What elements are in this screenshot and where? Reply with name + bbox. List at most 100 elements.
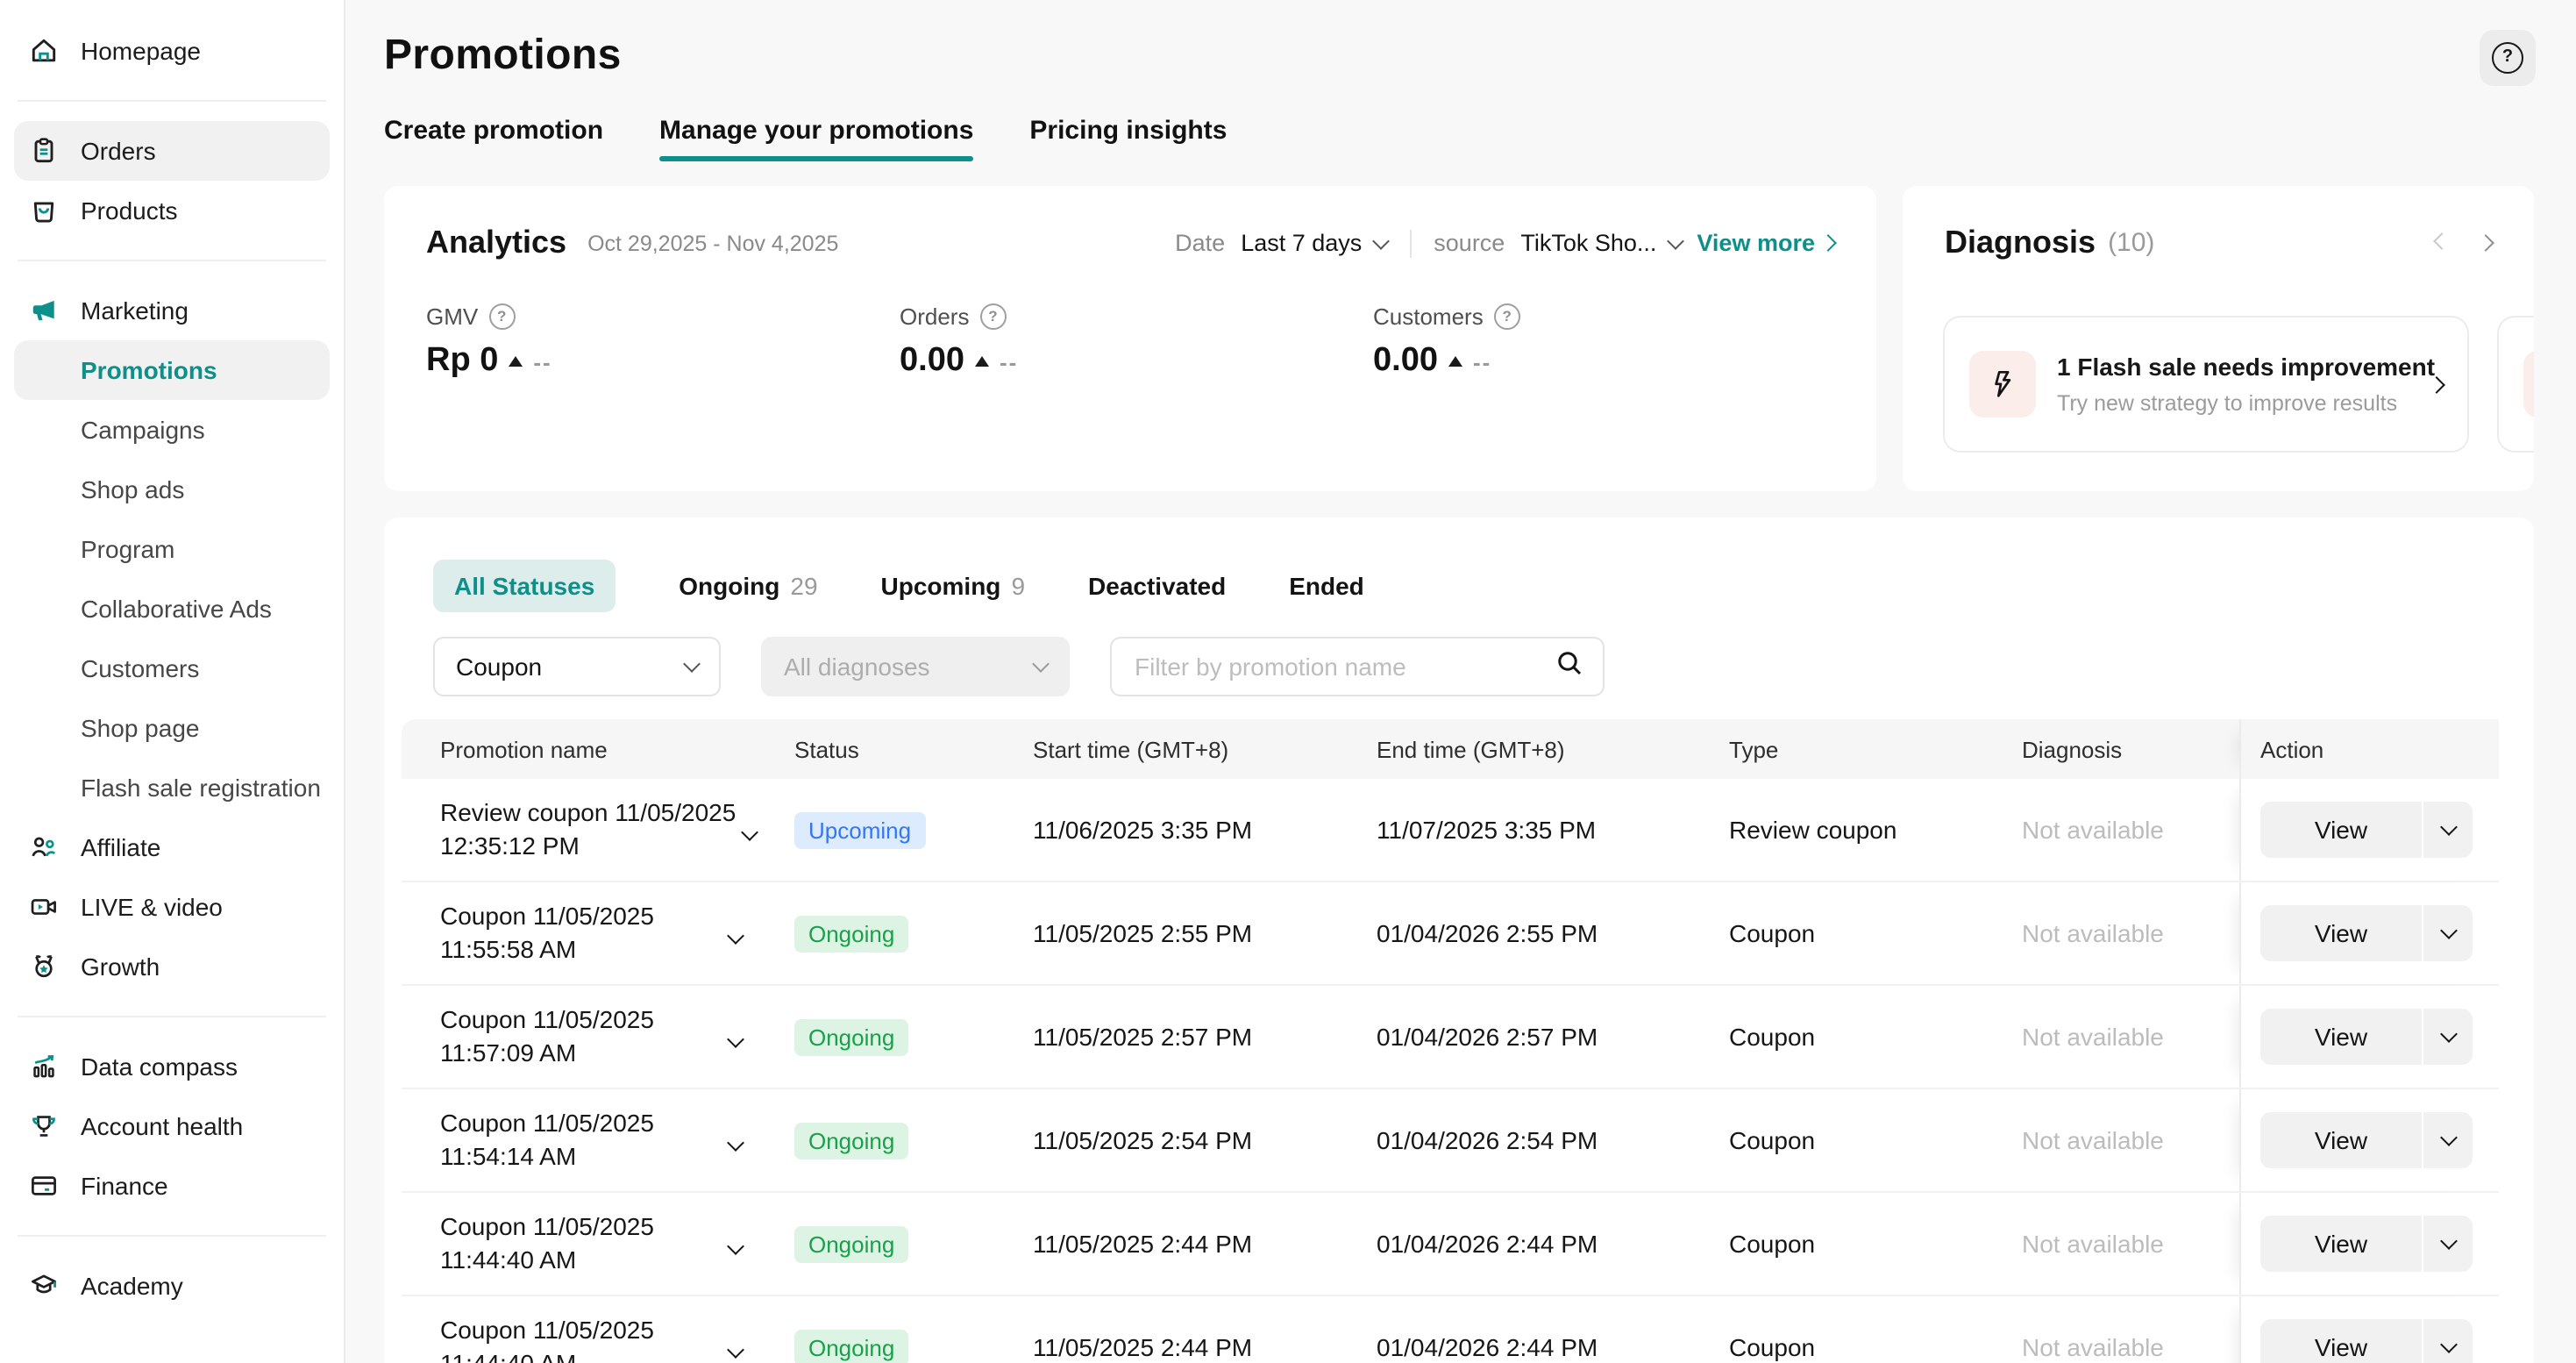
sidebar-item-marketing[interactable]: Marketing bbox=[14, 281, 330, 340]
status-cell: Ongoing bbox=[794, 1329, 1033, 1363]
promotion-name-line1: Coupon 11/05/2025 bbox=[440, 1210, 654, 1244]
view-button[interactable]: View bbox=[2260, 802, 2422, 858]
status-tab-all[interactable]: All Statuses bbox=[433, 560, 616, 612]
sidebar-item-label: Shop ads bbox=[81, 475, 184, 503]
view-button[interactable]: View bbox=[2260, 1009, 2422, 1065]
sidebar-item-campaigns[interactable]: Campaigns bbox=[14, 400, 330, 460]
sidebar-item-orders[interactable]: Orders bbox=[14, 121, 330, 181]
start-time-cell: 11/05/2025 2:55 PM bbox=[1033, 919, 1377, 947]
table-row: Review coupon 11/05/2025 12:35:12 PM Upc… bbox=[402, 779, 2499, 882]
sidebar-item-label: Products bbox=[81, 196, 178, 225]
metric-customers: Customers? 0.00-- bbox=[1373, 303, 1847, 381]
view-dropdown-button[interactable] bbox=[2423, 1112, 2473, 1168]
view-dropdown-button[interactable] bbox=[2423, 1319, 2473, 1363]
sidebar-item-collaborative-ads[interactable]: Collaborative Ads bbox=[14, 579, 330, 639]
view-button[interactable]: View bbox=[2260, 1319, 2422, 1363]
row-expand-chevron-icon[interactable] bbox=[722, 1016, 749, 1058]
promotion-name-line1: Coupon 11/05/2025 bbox=[440, 1003, 654, 1037]
sidebar-item-products[interactable]: Products bbox=[14, 181, 330, 240]
view-dropdown-button[interactable] bbox=[2423, 1216, 2473, 1272]
start-time-cell: 11/06/2025 3:35 PM bbox=[1033, 816, 1377, 844]
sidebar-divider bbox=[18, 1016, 326, 1017]
start-time-cell: 11/05/2025 2:44 PM bbox=[1033, 1230, 1377, 1258]
promotion-name-line2: 11:44:40 AM bbox=[440, 1244, 654, 1277]
help-button[interactable]: ? bbox=[2480, 30, 2536, 86]
home-icon bbox=[28, 35, 60, 67]
tab-pricing-insights[interactable]: Pricing insights bbox=[1029, 116, 1227, 161]
sidebar-item-academy[interactable]: Academy bbox=[14, 1256, 330, 1316]
row-expand-chevron-icon[interactable] bbox=[722, 1119, 749, 1161]
sidebar-item-data-compass[interactable]: Data compass bbox=[14, 1037, 330, 1096]
divider bbox=[1409, 229, 1411, 257]
promotion-name-line2: 11:55:58 AM bbox=[440, 933, 654, 967]
promotion-name-line2: 11:57:09 AM bbox=[440, 1037, 654, 1070]
row-expand-chevron-icon[interactable] bbox=[736, 809, 762, 851]
diagnosis-item[interactable]: 1 Flash sale needs improvement Try new s… bbox=[1943, 316, 2469, 453]
tab-manage-your-promotions[interactable]: Manage your promotions bbox=[659, 116, 973, 161]
metric-label: Customers bbox=[1373, 303, 1484, 330]
view-dropdown-button[interactable] bbox=[2423, 802, 2473, 858]
question-circle-icon[interactable]: ? bbox=[488, 303, 515, 330]
search-icon[interactable] bbox=[1555, 648, 1583, 685]
view-more-link[interactable]: View more bbox=[1697, 230, 1834, 256]
view-dropdown-button[interactable] bbox=[2423, 1009, 2473, 1065]
sidebar-item-live-video[interactable]: LIVE & video bbox=[14, 877, 330, 937]
status-count: 29 bbox=[790, 572, 817, 600]
sidebar-item-flash-sale-registration[interactable]: Flash sale registration bbox=[14, 758, 330, 817]
sidebar-item-affiliate[interactable]: Affiliate bbox=[14, 817, 330, 877]
chevron-down-icon bbox=[1371, 232, 1389, 249]
status-tab-deactivated[interactable]: Deactivated bbox=[1088, 572, 1226, 600]
sidebar-item-program[interactable]: Program bbox=[14, 519, 330, 579]
sidebar-item-shop-page[interactable]: Shop page bbox=[14, 698, 330, 758]
type-cell: Review coupon bbox=[1729, 816, 2022, 844]
view-button[interactable]: View bbox=[2260, 905, 2422, 961]
chevron-right-icon[interactable] bbox=[2477, 234, 2494, 252]
question-circle-icon[interactable]: ? bbox=[979, 303, 1006, 330]
status-badge: Ongoing bbox=[794, 1329, 908, 1363]
status-tab-ended[interactable]: Ended bbox=[1289, 572, 1364, 600]
view-dropdown-button[interactable] bbox=[2423, 905, 2473, 961]
status-badge: Upcoming bbox=[794, 811, 925, 848]
table-row: Coupon 11/05/2025 11:55:58 AM Ongoing 11… bbox=[402, 882, 2499, 986]
status-filter-tabs: All Statuses Ongoing29 Upcoming9 Deactiv… bbox=[384, 517, 2534, 612]
date-select[interactable]: Last 7 days bbox=[1241, 230, 1386, 256]
sidebar-item-label: Campaigns bbox=[81, 416, 205, 444]
sidebar-item-growth[interactable]: Growth bbox=[14, 937, 330, 996]
medal-icon bbox=[28, 951, 60, 982]
tab-create-promotion[interactable]: Create promotion bbox=[384, 116, 603, 161]
chevron-down-icon bbox=[2439, 1025, 2457, 1043]
sidebar-item-customers[interactable]: Customers bbox=[14, 639, 330, 698]
diagnosis-cell: Not available bbox=[2022, 1023, 2239, 1051]
view-button[interactable]: View bbox=[2260, 1216, 2422, 1272]
diagnoses-value: All diagnoses bbox=[784, 653, 930, 681]
sidebar-item-homepage[interactable]: Homepage bbox=[14, 21, 330, 81]
status-cell: Upcoming bbox=[794, 811, 1033, 848]
sidebar-item-shop-ads[interactable]: Shop ads bbox=[14, 460, 330, 519]
sidebar-item-promotions[interactable]: Promotions bbox=[14, 340, 330, 400]
status-tab-ongoing[interactable]: Ongoing29 bbox=[679, 572, 817, 600]
analytics-date-range: Oct 29,2025 - Nov 4,2025 bbox=[587, 231, 838, 255]
status-badge: Ongoing bbox=[794, 1018, 908, 1055]
diagnosis-count: (10) bbox=[2108, 228, 2154, 258]
view-button[interactable]: View bbox=[2260, 1112, 2422, 1168]
row-expand-chevron-icon[interactable] bbox=[722, 1223, 749, 1265]
diagnosis-item[interactable] bbox=[2497, 316, 2534, 453]
search-input[interactable] bbox=[1131, 651, 1555, 682]
source-select[interactable]: TikTok Sho... bbox=[1520, 230, 1681, 256]
chevron-down-icon bbox=[2439, 1336, 2457, 1353]
row-expand-chevron-icon[interactable] bbox=[722, 912, 749, 954]
sidebar-item-finance[interactable]: Finance bbox=[14, 1156, 330, 1216]
diagnosis-cell: Not available bbox=[2022, 1230, 2239, 1258]
promotion-name-line2: 11:54:14 AM bbox=[440, 1140, 654, 1174]
promotion-type-select[interactable]: Coupon bbox=[433, 637, 721, 696]
row-expand-chevron-icon[interactable] bbox=[722, 1326, 749, 1363]
diagnosis-cell: Not available bbox=[2022, 816, 2239, 844]
type-cell: Coupon bbox=[1729, 1230, 2022, 1258]
status-tab-upcoming[interactable]: Upcoming9 bbox=[881, 572, 1026, 600]
column-header-action: Action bbox=[2239, 719, 2499, 779]
sidebar-item-label: LIVE & video bbox=[81, 893, 223, 921]
sidebar-item-account-health[interactable]: Account health bbox=[14, 1096, 330, 1156]
question-circle-icon[interactable]: ? bbox=[1494, 303, 1520, 330]
diagnoses-select[interactable]: All diagnoses bbox=[761, 637, 1070, 696]
chevron-left-icon[interactable] bbox=[2433, 232, 2451, 249]
